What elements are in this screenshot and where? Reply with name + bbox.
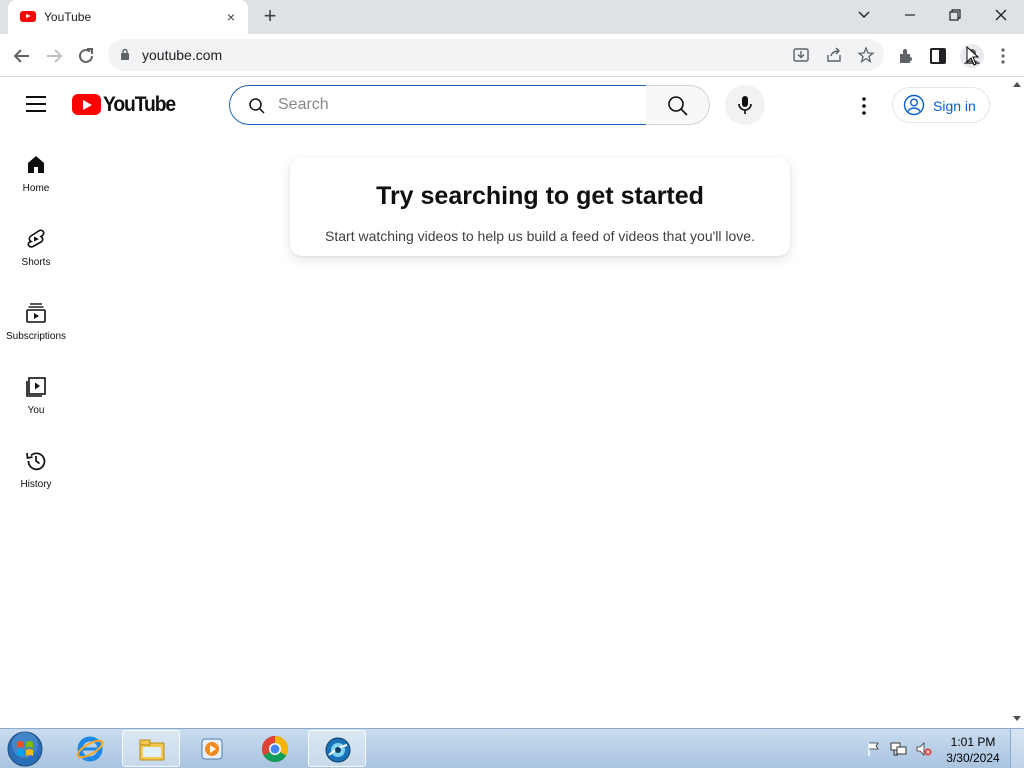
internet-explorer-icon [76, 736, 104, 762]
system-clock[interactable]: 1:01 PM 3/30/2024 [936, 734, 1010, 766]
taskbar-media-player[interactable] [184, 730, 242, 767]
chrome-menu-icon[interactable] [993, 46, 1013, 66]
back-button[interactable] [10, 44, 34, 68]
arrow-left-icon [13, 49, 29, 63]
empty-feed-subtitle: Start watching videos to help us build a… [325, 228, 755, 244]
chrome-icon [261, 735, 289, 763]
search-icon [668, 96, 688, 116]
forward-button[interactable] [42, 44, 66, 68]
active-app-icon [325, 737, 351, 763]
clock-date: 3/30/2024 [946, 751, 1000, 765]
reload-icon [79, 48, 93, 63]
search-box [229, 85, 647, 125]
hamburger-icon [26, 96, 46, 98]
guide-item-subscriptions[interactable]: Subscriptions [0, 301, 72, 375]
chevron-down-icon [858, 11, 870, 18]
empty-feed-title: Try searching to get started [376, 182, 704, 210]
taskbar-internet-explorer[interactable] [61, 730, 119, 767]
close-icon [995, 9, 1007, 21]
media-player-icon [201, 738, 223, 760]
history-icon [26, 452, 46, 471]
taskbar-active-app[interactable] [308, 730, 366, 767]
guide-item-history[interactable]: History [0, 449, 72, 523]
restore-button[interactable] [941, 4, 969, 26]
url-text: youtube.com [142, 47, 223, 63]
tab-close-button[interactable]: × [222, 8, 240, 26]
voice-search-button[interactable] [725, 85, 765, 125]
windows-orb-icon [7, 731, 43, 767]
bookmark-star-icon[interactable] [857, 46, 875, 64]
install-icon[interactable] [792, 46, 810, 64]
browser-toolbar: youtube.com [0, 34, 1024, 77]
account-circle-icon [903, 94, 925, 116]
more-vert-icon [862, 97, 866, 115]
share-icon[interactable] [825, 46, 843, 64]
sign-in-label: Sign in [933, 98, 976, 114]
extensions-icon[interactable] [896, 46, 916, 66]
mouse-cursor-icon [966, 46, 980, 66]
scroll-down-arrow-icon[interactable] [1013, 716, 1021, 721]
clock-time: 1:01 PM [950, 735, 996, 749]
search-button[interactable] [646, 85, 710, 125]
browser-tab-youtube[interactable]: YouTube × [8, 0, 248, 34]
browser-tab-strip: YouTube × + [0, 0, 1024, 34]
volume-muted-icon[interactable] [915, 741, 933, 757]
search-icon [249, 98, 265, 114]
guide-label-history: History [20, 479, 52, 490]
you-library-icon [26, 377, 46, 397]
shorts-icon [27, 229, 45, 248]
tab-title: YouTube [44, 10, 92, 24]
page-scrollbar[interactable] [1010, 78, 1024, 728]
guide-label-subscriptions: Subscriptions [5, 331, 67, 342]
settings-menu-button[interactable] [852, 94, 876, 118]
side-panel-icon[interactable] [928, 46, 948, 66]
lock-icon [121, 48, 129, 60]
new-tab-button[interactable]: + [258, 4, 282, 28]
youtube-favicon-icon [20, 11, 36, 22]
guide-menu-button[interactable] [26, 96, 46, 112]
minimize-icon [905, 14, 915, 16]
youtube-play-icon [72, 94, 101, 115]
subscriptions-icon [26, 303, 46, 323]
taskbar-chrome[interactable] [246, 730, 304, 767]
file-explorer-icon [139, 739, 165, 761]
action-center-flag-icon[interactable] [866, 741, 882, 757]
youtube-logo-text: YouTube [103, 93, 176, 116]
scroll-up-arrow-icon[interactable] [1013, 82, 1021, 87]
close-window-button[interactable] [987, 4, 1015, 26]
guide-item-shorts[interactable]: Shorts [0, 227, 72, 301]
network-icon[interactable] [890, 741, 908, 757]
home-icon [28, 156, 44, 173]
tab-search-button[interactable] [850, 4, 878, 26]
reload-button[interactable] [74, 44, 98, 68]
youtube-masthead: YouTube Sign in [0, 78, 1010, 134]
start-button[interactable] [6, 730, 46, 768]
restore-icon [949, 9, 961, 21]
guide-label-you: You [27, 405, 45, 416]
guide-label-home: Home [22, 183, 50, 194]
sign-in-button[interactable]: Sign in [892, 87, 990, 123]
show-desktop-button[interactable] [1010, 729, 1024, 768]
minimize-button[interactable] [896, 4, 924, 26]
guide-label-shorts: Shorts [21, 257, 51, 268]
taskbar-file-explorer[interactable] [122, 730, 180, 767]
address-bar[interactable]: youtube.com [108, 39, 884, 71]
empty-feed-card: Try searching to get started Start watch… [290, 158, 790, 256]
arrow-right-icon [47, 49, 63, 63]
microphone-icon [738, 96, 752, 114]
guide-item-home[interactable]: Home [0, 153, 72, 227]
search-input[interactable] [278, 94, 628, 116]
windows-taskbar: 1:01 PM 3/30/2024 [0, 728, 1024, 768]
guide-item-you[interactable]: You [0, 375, 72, 449]
